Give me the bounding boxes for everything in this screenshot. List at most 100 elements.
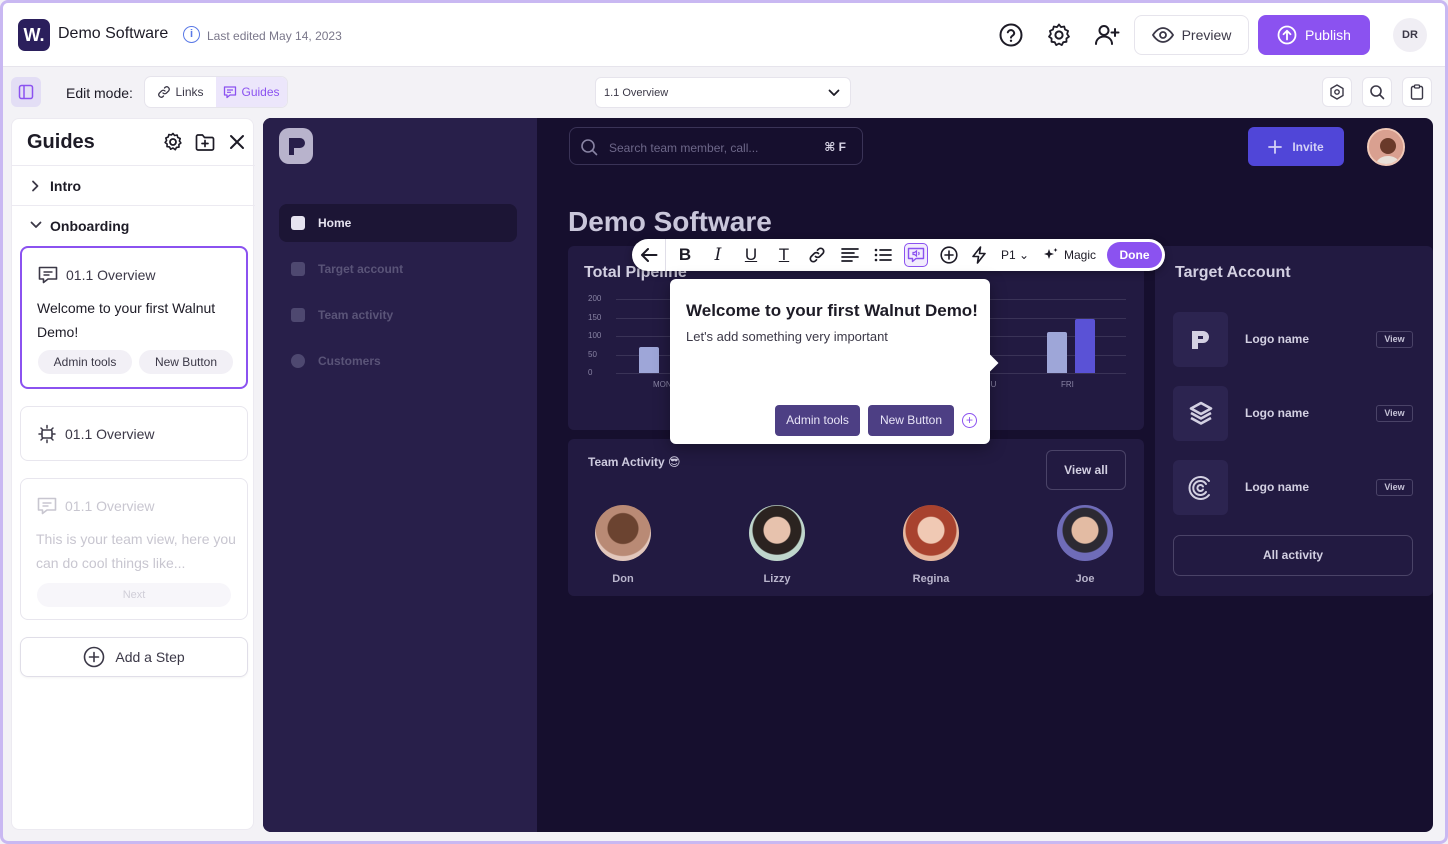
guides-mode-tab[interactable]: Guides xyxy=(216,77,287,107)
search-shortcut: ⌘ F xyxy=(824,140,846,154)
back-button[interactable] xyxy=(632,239,666,271)
link-icon[interactable] xyxy=(805,243,829,267)
nav-customers[interactable]: Customers xyxy=(279,342,517,380)
edit-bar: Edit mode: Links Guides 1.1 Overview xyxy=(3,68,1445,116)
page-select[interactable]: 1.1 Overview xyxy=(595,77,851,108)
chevron-down-icon xyxy=(30,221,42,228)
preview-button[interactable]: Preview xyxy=(1134,15,1249,55)
invite-label: Invite xyxy=(1292,139,1324,154)
invite-button[interactable]: Invite xyxy=(1248,127,1344,166)
guide-new-button[interactable]: New Button xyxy=(868,405,954,436)
paragraph-style-select[interactable]: P1 ⌄ xyxy=(1001,248,1029,262)
info-icon[interactable]: i xyxy=(183,26,200,43)
sidebar-toggle-icon xyxy=(18,84,34,100)
nav-team-activity[interactable]: Team activity xyxy=(279,296,517,334)
guide-admin-tools-button[interactable]: Admin tools xyxy=(775,405,860,436)
avatar xyxy=(1057,505,1113,561)
magic-label: Magic xyxy=(1064,248,1097,262)
y-tick-label: 100 xyxy=(588,331,602,340)
user-avatar[interactable]: DR xyxy=(1393,18,1427,52)
close-icon[interactable] xyxy=(226,131,248,153)
building-icon xyxy=(291,262,305,276)
search-button[interactable] xyxy=(1362,77,1392,107)
chart-bar xyxy=(639,347,659,373)
team-member-joe[interactable]: Joe xyxy=(1057,505,1113,585)
guide-popup-title[interactable]: Welcome to your first Walnut Demo! xyxy=(686,301,978,321)
team-member-regina[interactable]: Regina xyxy=(903,505,959,585)
search-icon xyxy=(1370,85,1385,100)
settings-gear-icon[interactable] xyxy=(1045,21,1073,49)
eye-icon xyxy=(1151,27,1174,43)
team-icon xyxy=(291,308,305,322)
underline-icon[interactable]: U xyxy=(739,243,763,267)
account-row[interactable]: Logo name View xyxy=(1173,386,1413,441)
add-button-icon[interactable]: + xyxy=(962,413,977,428)
account-view-button[interactable]: View xyxy=(1376,405,1413,422)
guide-bubble-icon xyxy=(224,86,237,99)
add-user-icon[interactable] xyxy=(1093,21,1121,49)
upload-arrow-icon xyxy=(1277,25,1297,45)
search-icon xyxy=(581,139,598,156)
demo-canvas: Home Target account Team activity Custom… xyxy=(263,118,1433,832)
chip-next[interactable]: Next xyxy=(37,583,231,607)
magic-button[interactable]: Magic xyxy=(1043,247,1096,263)
team-member-lizzy[interactable]: Lizzy xyxy=(749,505,805,585)
step-card-hotspot[interactable]: 01.1 Overview xyxy=(20,406,248,461)
edit-mode-label: Edit mode: xyxy=(66,85,133,101)
clipboard-button[interactable] xyxy=(1402,77,1432,107)
gear-icon[interactable] xyxy=(162,131,184,153)
team-member-name: Regina xyxy=(912,573,950,585)
team-member-name: Joe xyxy=(1075,573,1095,585)
add-element-icon[interactable] xyxy=(937,243,961,267)
step-card-draft[interactable]: 01.1 Overview This is your team view, he… xyxy=(20,478,248,620)
team-member-don[interactable]: Don xyxy=(595,505,651,585)
help-icon[interactable] xyxy=(997,21,1025,49)
all-activity-button[interactable]: All activity xyxy=(1173,535,1413,576)
clipboard-icon xyxy=(1410,84,1424,100)
chip-new-button[interactable]: New Button xyxy=(139,350,233,374)
step-body-1: Welcome to your first Walnut Demo! xyxy=(37,300,216,340)
bold-icon[interactable]: B xyxy=(673,243,697,267)
chip-admin-tools[interactable]: Admin tools xyxy=(38,350,132,374)
sparkle-icon xyxy=(1044,248,1058,259)
step-card-selected[interactable]: 01.1 Overview Welcome to your first Waln… xyxy=(20,246,248,389)
lightning-icon[interactable] xyxy=(967,243,991,267)
panel-toggle-button[interactable] xyxy=(11,77,41,107)
account-view-button[interactable]: View xyxy=(1376,331,1413,348)
guide-popup-body[interactable]: Let's add something very important xyxy=(686,329,888,344)
section-onboarding[interactable]: Onboarding xyxy=(12,205,255,245)
demo-search-input[interactable]: Search team member, call... ⌘ F xyxy=(569,127,863,165)
avatar xyxy=(903,505,959,561)
account-row[interactable]: Logo name View xyxy=(1173,460,1413,515)
bullet-list-icon[interactable] xyxy=(871,243,895,267)
done-button[interactable]: Done xyxy=(1107,242,1162,268)
new-folder-icon[interactable] xyxy=(194,131,216,153)
arrow-left-icon xyxy=(640,248,657,262)
links-mode-tab[interactable]: Links xyxy=(145,77,216,107)
nav-home[interactable]: Home xyxy=(279,204,517,242)
demo-profile-avatar[interactable] xyxy=(1367,128,1405,166)
link-icon xyxy=(158,86,171,98)
sidebar-title: Guides xyxy=(27,131,95,153)
plus-circle-icon xyxy=(84,646,105,668)
chart-bar xyxy=(1075,319,1095,373)
guide-tooltip-popup[interactable]: Welcome to your first Walnut Demo! Let's… xyxy=(670,279,999,444)
account-row[interactable]: Logo name View xyxy=(1173,312,1413,367)
app-window: W. Demo Software i Last edited May 14, 2… xyxy=(0,0,1448,844)
italic-icon[interactable]: I xyxy=(706,243,730,267)
team-activity-title: Team Activity 😎 xyxy=(588,455,681,469)
publish-button[interactable]: Publish xyxy=(1258,15,1370,55)
nav-home-label: Home xyxy=(318,216,352,230)
text-style-icon[interactable]: T xyxy=(772,243,796,267)
target-account-title: Target Account xyxy=(1175,264,1291,281)
account-view-button[interactable]: View xyxy=(1376,479,1413,496)
section-intro[interactable]: Intro xyxy=(12,165,255,205)
align-icon[interactable] xyxy=(838,243,862,267)
view-all-button[interactable]: View all xyxy=(1046,450,1126,490)
voiceover-icon[interactable] xyxy=(904,243,928,267)
section-intro-label: Intro xyxy=(50,178,82,194)
hotspot-settings-button[interactable] xyxy=(1322,77,1352,107)
nav-target-account[interactable]: Target account xyxy=(279,250,517,288)
section-onboarding-label: Onboarding xyxy=(50,218,130,234)
add-step-button[interactable]: Add a Step xyxy=(20,637,248,677)
